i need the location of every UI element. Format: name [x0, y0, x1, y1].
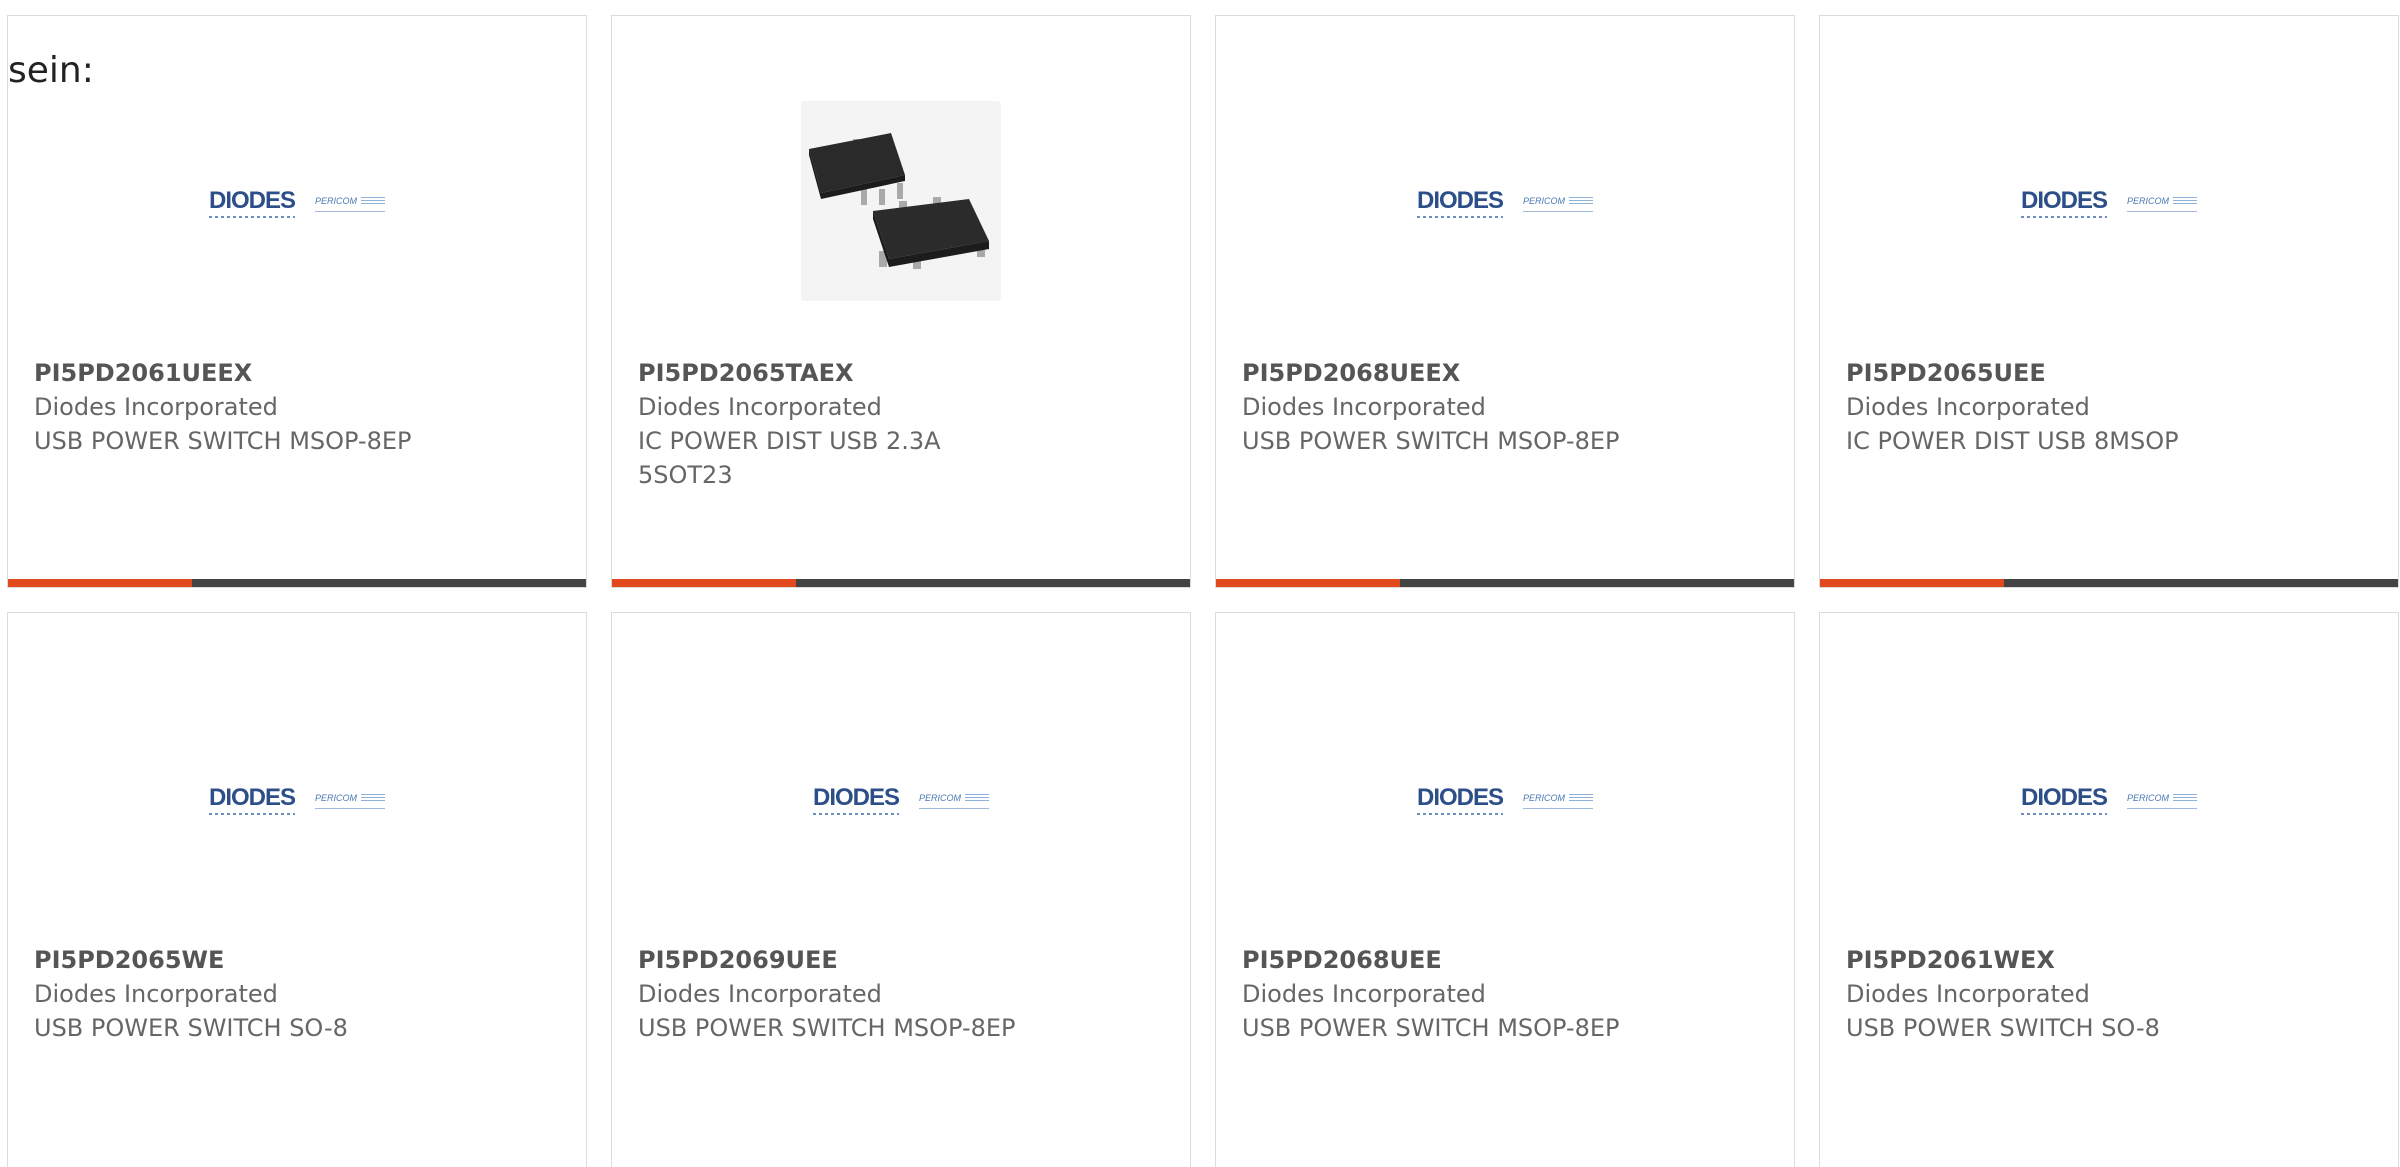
diodes-logo-text: DIODES [1416, 187, 1504, 218]
manufacturer: Diodes Incorporated [34, 393, 278, 421]
description: USB POWER SWITCH MSOP-8EP [1242, 1014, 1620, 1042]
manufacturer: Diodes Incorporated [638, 980, 882, 1008]
diodes-pericom-logo: DIODES PERICOM [208, 784, 386, 815]
sot23-package-photo [801, 101, 1001, 301]
part-number-link[interactable]: PI5PD2065WE [34, 943, 556, 977]
description: USB POWER SWITCH SO-8 [1846, 1014, 2160, 1042]
diodes-pericom-logo: DIODES PERICOM [2020, 187, 2198, 218]
pericom-logo-text: PERICOM [315, 793, 358, 803]
description: USB POWER SWITCH MSOP-8EP [638, 1014, 1016, 1042]
accent-highlight [1216, 579, 1400, 587]
pericom-logo-text: PERICOM [2127, 196, 2170, 206]
pericom-logo: PERICOM [315, 793, 386, 809]
pericom-logo: PERICOM [2127, 196, 2198, 212]
manufacturer: Diodes Incorporated [34, 980, 278, 1008]
diodes-pericom-logo: DIODES PERICOM [2020, 784, 2198, 815]
pericom-logo-text: PERICOM [1523, 196, 1566, 206]
product-grid: DIODES PERICOM PI5PD2061UEEX Diodes Inco… [7, 15, 2400, 1167]
product-meta: PI5PD2068UEEX Diodes Incorporated USB PO… [1242, 356, 1764, 458]
manufacturer: Diodes Incorporated [1846, 980, 2090, 1008]
diodes-pericom-logo: DIODES PERICOM [1416, 187, 1594, 218]
product-card[interactable]: DIODES PERICOM PI5PD2069UEE Diodes Incor… [611, 612, 1191, 1167]
diodes-pericom-logo: DIODES PERICOM [1416, 784, 1594, 815]
product-card[interactable]: DIODES PERICOM PI5PD2068UEE Diodes Incor… [1215, 612, 1795, 1167]
description: IC POWER DIST USB 8MSOP [1846, 427, 2179, 455]
product-image[interactable]: DIODES PERICOM [1820, 673, 2398, 923]
pericom-logo: PERICOM [1523, 196, 1594, 212]
part-number-link[interactable]: PI5PD2068UEEX [1242, 356, 1764, 390]
product-meta: PI5PD2069UEE Diodes Incorporated USB POW… [638, 943, 1160, 1045]
accent-highlight [8, 579, 192, 587]
part-number-link[interactable]: PI5PD2061UEEX [34, 356, 556, 390]
diodes-logo-text: DIODES [2020, 784, 2108, 815]
manufacturer: Diodes Incorporated [1846, 393, 2090, 421]
product-card[interactable]: DIODES PERICOM PI5PD2065WE Diodes Incorp… [7, 612, 587, 1167]
product-card[interactable]: DIODES PERICOM PI5PD2068UEEX Diodes Inco… [1215, 15, 1795, 588]
pericom-bars-icon [2173, 794, 2198, 802]
pericom-bars-icon [361, 794, 386, 802]
pericom-logo: PERICOM [315, 196, 386, 212]
description: USB POWER SWITCH MSOP-8EP [1242, 427, 1620, 455]
accent-highlight [1820, 579, 2004, 587]
pericom-logo: PERICOM [919, 793, 990, 809]
product-image[interactable]: DIODES PERICOM [1216, 76, 1794, 326]
pericom-logo-text: PERICOM [315, 196, 358, 206]
diodes-logo-text: DIODES [1416, 784, 1504, 815]
pericom-logo: PERICOM [1523, 793, 1594, 809]
part-number-link[interactable]: PI5PD2069UEE [638, 943, 1160, 977]
part-number-link[interactable]: PI5PD2065UEE [1846, 356, 2368, 390]
manufacturer: Diodes Incorporated [1242, 393, 1486, 421]
product-meta: PI5PD2061UEEX Diodes Incorporated USB PO… [34, 356, 556, 458]
product-card[interactable]: DIODES PERICOM PI5PD2065UEE Diodes Incor… [1819, 15, 2399, 588]
description: USB POWER SWITCH SO-8 [34, 1014, 348, 1042]
product-meta: PI5PD2068UEE Diodes Incorporated USB POW… [1242, 943, 1764, 1045]
part-number-link[interactable]: PI5PD2065TAEX [638, 356, 1160, 390]
diodes-logo-text: DIODES [2020, 187, 2108, 218]
product-card[interactable]: PI5PD2065TAEX Diodes Incorporated IC POW… [611, 15, 1191, 588]
description: IC POWER DIST USB 2.3A 5SOT23 [638, 427, 941, 489]
product-meta: PI5PD2061WEX Diodes Incorporated USB POW… [1846, 943, 2368, 1045]
pericom-bars-icon [1569, 197, 1594, 205]
pericom-bars-icon [965, 794, 990, 802]
intro-text: sein: [8, 50, 94, 91]
product-card[interactable]: DIODES PERICOM PI5PD2061UEEX Diodes Inco… [7, 15, 587, 588]
product-meta: PI5PD2065TAEX Diodes Incorporated IC POW… [638, 356, 1160, 492]
product-image[interactable]: DIODES PERICOM [8, 76, 586, 326]
part-number-link[interactable]: PI5PD2068UEE [1242, 943, 1764, 977]
page: sein: DIODES PERICOM PI5PD2061UEEX Diode… [0, 0, 2400, 1167]
product-image[interactable]: DIODES PERICOM [1820, 76, 2398, 326]
pericom-logo-text: PERICOM [2127, 793, 2170, 803]
product-image[interactable]: DIODES PERICOM [612, 673, 1190, 923]
pericom-bars-icon [1569, 794, 1594, 802]
product-image[interactable]: DIODES PERICOM [1216, 673, 1794, 923]
pericom-logo-text: PERICOM [1523, 793, 1566, 803]
diodes-logo-text: DIODES [208, 784, 296, 815]
card-accent-bar [1820, 579, 2398, 587]
pericom-logo-text: PERICOM [919, 793, 962, 803]
diodes-pericom-logo: DIODES PERICOM [812, 784, 990, 815]
pericom-bars-icon [2173, 197, 2198, 205]
card-accent-bar [1216, 579, 1794, 587]
product-image[interactable]: DIODES PERICOM [8, 673, 586, 923]
card-accent-bar [612, 579, 1190, 587]
product-image[interactable] [612, 76, 1190, 326]
manufacturer: Diodes Incorporated [638, 393, 882, 421]
description: USB POWER SWITCH MSOP-8EP [34, 427, 412, 455]
manufacturer: Diodes Incorporated [1242, 980, 1486, 1008]
product-meta: PI5PD2065WE Diodes Incorporated USB POWE… [34, 943, 556, 1045]
diodes-logo-text: DIODES [208, 187, 296, 218]
product-card[interactable]: DIODES PERICOM PI5PD2061WEX Diodes Incor… [1819, 612, 2399, 1167]
pericom-bars-icon [361, 197, 386, 205]
accent-highlight [612, 579, 796, 587]
card-accent-bar [8, 579, 586, 587]
diodes-logo-text: DIODES [812, 784, 900, 815]
diodes-pericom-logo: DIODES PERICOM [208, 187, 386, 218]
pericom-logo: PERICOM [2127, 793, 2198, 809]
part-number-link[interactable]: PI5PD2061WEX [1846, 943, 2368, 977]
product-meta: PI5PD2065UEE Diodes Incorporated IC POWE… [1846, 356, 2368, 458]
